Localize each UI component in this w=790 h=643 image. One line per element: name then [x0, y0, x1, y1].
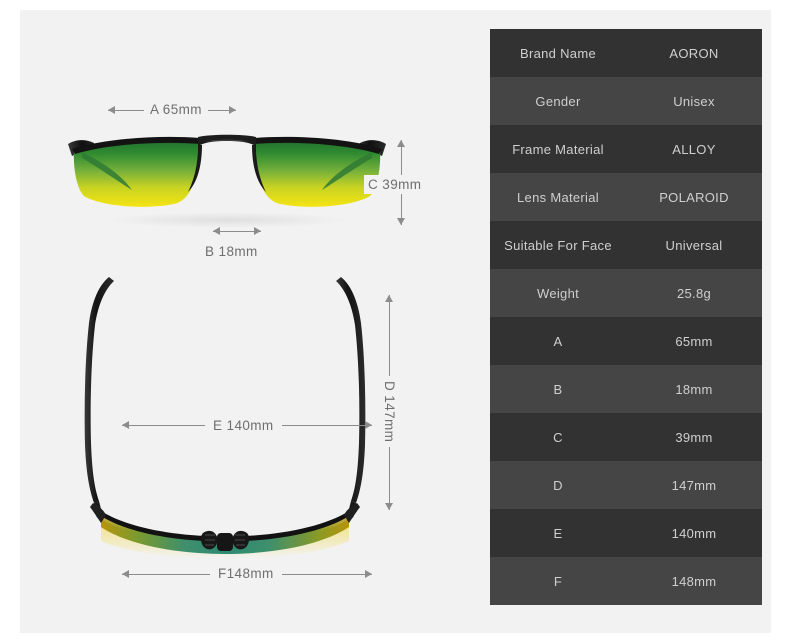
arrowhead-bottom [397, 218, 405, 225]
arrowhead-right [254, 227, 261, 235]
table-row: Weight 25.8g [490, 269, 762, 317]
table-row: Brand Name AORON [490, 29, 762, 77]
dimension-label-c: C 39mm [364, 175, 426, 194]
table-row: Frame Material ALLOY [490, 125, 762, 173]
spec-value: POLAROID [659, 189, 729, 205]
spec-value: AORON [669, 45, 719, 61]
spec-key: Weight [536, 285, 580, 301]
spec-key: Brand Name [520, 45, 596, 61]
table-row: A 65mm [490, 317, 762, 365]
spec-value: ALLOY [672, 141, 716, 157]
dimension-label-b: B 18mm [205, 244, 258, 259]
arrowhead-right [365, 421, 372, 429]
table-row: C 39mm [490, 413, 762, 461]
spec-key: C [553, 429, 563, 445]
spec-value: 147mm [671, 477, 717, 493]
dimension-label-a: A 65mm [144, 102, 208, 117]
spec-value: 39mm [675, 429, 713, 445]
table-row: E 140mm [490, 509, 762, 557]
arrowhead-right [229, 106, 236, 114]
spec-value: 140mm [671, 525, 717, 541]
arrowhead-top [385, 295, 393, 302]
dimension-label-d: D 147mm [382, 376, 397, 448]
nose-bridge-center [217, 533, 233, 551]
arrowhead-top [397, 140, 405, 147]
spec-key: B [553, 381, 563, 397]
table-row: Lens Material POLAROID [490, 173, 762, 221]
spec-value: 25.8g [676, 285, 712, 301]
dimension-rule-b [213, 226, 261, 236]
spec-key: Gender [535, 93, 581, 109]
spec-key: E [553, 525, 563, 541]
spec-value: Universal [665, 237, 723, 253]
table-row: B 18mm [490, 365, 762, 413]
spec-key: D [553, 477, 563, 493]
right-temple-arm [336, 277, 366, 503]
arrowhead-right [365, 570, 372, 578]
table-row: Suitable For Face Universal [490, 221, 762, 269]
spec-key: F [553, 573, 563, 589]
dimension-label-f: F148mm [210, 566, 282, 581]
product-spec-page: A 65mm B 18mm C 39mm D 147mm E 140mm F14… [20, 10, 771, 633]
left-temple-arm [84, 277, 114, 503]
table-row: D 147mm [490, 461, 762, 509]
spec-key: Suitable For Face [504, 237, 612, 253]
spec-value: 18mm [675, 381, 713, 397]
spec-key: A [553, 333, 563, 349]
specification-table-body: Brand Name AORON Gender Unisex Frame Materia… [490, 29, 762, 605]
dimension-label-e: E 140mm [205, 418, 282, 433]
specification-table: Brand Name AORON Gender Unisex Frame Materia… [490, 29, 762, 605]
arrowhead-left [122, 421, 129, 429]
spec-key: Frame Material [512, 141, 604, 157]
arrowhead-bottom [385, 503, 393, 510]
spec-key: Lens Material [517, 189, 599, 205]
arrowhead-left [122, 570, 129, 578]
arrowhead-left [213, 227, 220, 235]
sunglasses-front-view [62, 130, 392, 230]
spec-value: 65mm [675, 333, 713, 349]
sunglasses-diagram-panel: A 65mm B 18mm C 39mm D 147mm E 140mm F14… [20, 10, 490, 633]
spec-value: 148mm [671, 573, 717, 589]
table-row: F 148mm [490, 557, 762, 605]
spec-value: Unisex [673, 93, 715, 109]
arrowhead-left [108, 106, 115, 114]
table-row: Gender Unisex [490, 77, 762, 125]
